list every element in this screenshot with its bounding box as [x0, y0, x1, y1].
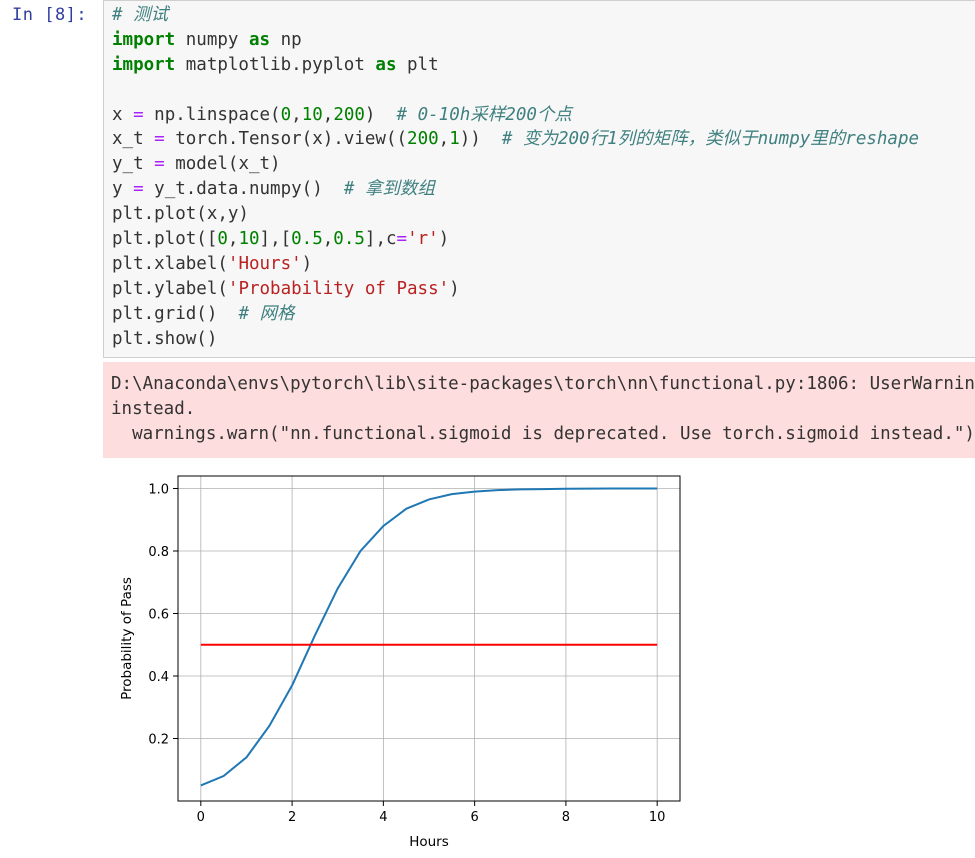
code-token: 1	[449, 129, 460, 150]
y-tick-label: 0.2	[148, 733, 169, 748]
warning-text: D:\Anaconda\envs\pytorch\lib\site-packag…	[111, 372, 975, 447]
code-token: x_t	[112, 129, 155, 150]
x-tick-label: 0	[197, 810, 205, 825]
code-token: np	[270, 29, 302, 50]
code-token: torch.Tensor(x).view((	[164, 129, 408, 150]
code-token: numpy	[175, 29, 249, 50]
code-token: x	[112, 104, 134, 125]
code-line: import matplotlib.pyplot as plt	[112, 53, 919, 78]
code-token: 0.5	[333, 229, 365, 250]
code-line: x_t = torch.Tensor(x).view((200,1)) # 变为…	[112, 127, 919, 152]
code-token: as	[375, 54, 397, 75]
code-token: # 网格	[238, 303, 295, 324]
code-token: plt.show()	[112, 328, 218, 349]
code-line: plt.show()	[112, 327, 919, 352]
code-token: ))	[459, 129, 502, 150]
code-token: 0.5	[291, 229, 323, 250]
code-token: # 0-10h采样200个点	[396, 104, 572, 125]
code-token: ],[	[259, 229, 292, 250]
code-token: plt	[396, 54, 439, 75]
code-token: ,	[322, 104, 334, 125]
code-line: plt.ylabel('Probability of Pass')	[112, 277, 919, 302]
code-token: 200	[407, 129, 439, 150]
code-token: # 变为200行1列的矩阵，类似于numpy里的reshape	[501, 129, 920, 150]
code-token: 0	[217, 229, 228, 250]
warning-line: instead.	[111, 399, 196, 419]
code-line: plt.plot(x,y)	[112, 202, 919, 227]
x-tick-label: 4	[379, 810, 387, 825]
code-token: y_t.data.numpy()	[143, 179, 344, 200]
code-token: as	[248, 29, 271, 50]
code-token: ],c	[364, 229, 397, 250]
y-axis-label: Probability of Pass	[119, 577, 135, 700]
stderr-output: D:\Anaconda\envs\pytorch\lib\site-packag…	[103, 362, 975, 458]
code-token: )	[301, 253, 313, 274]
code-token: np.linspace(	[143, 104, 281, 125]
code-line: y_t = model(x_t)	[112, 152, 919, 177]
code-token: ,	[227, 229, 239, 250]
code-token: 0	[280, 104, 292, 125]
y-tick-label: 0.8	[148, 545, 169, 560]
code-line: y = y_t.data.numpy() # 拿到数组	[112, 177, 919, 202]
code-line: plt.plot([0,10],[0.5,0.5],c='r')	[112, 227, 919, 252]
code-token: 'r'	[407, 229, 439, 250]
x-axis-label: Hours	[409, 834, 449, 850]
code-line: # 测试	[112, 3, 919, 28]
code-token: ,	[291, 104, 302, 125]
code-token: =	[154, 154, 165, 175]
code-token: )	[449, 278, 460, 299]
code-token: matplotlib.pyplot	[175, 54, 376, 75]
code-token: =	[396, 229, 408, 250]
code-token: plt.plot(x,y)	[112, 204, 249, 225]
code-token: plt.plot([	[112, 229, 218, 250]
code-line: x = np.linspace(0,10,200) # 0-10h采样200个点	[112, 103, 919, 128]
code-token: 'Hours'	[227, 253, 302, 274]
code-token: import	[112, 54, 176, 75]
x-tick-label: 8	[562, 810, 570, 825]
x-tick-label: 10	[649, 810, 666, 825]
code-token: plt.grid()	[112, 303, 239, 324]
code-line: plt.xlabel('Hours')	[112, 252, 919, 277]
code-token: 'Probability of Pass'	[227, 278, 450, 299]
code-token: )	[364, 104, 397, 125]
code-token: import	[112, 29, 176, 50]
warning-line: D:\Anaconda\envs\pytorch\lib\site-packag…	[111, 374, 975, 394]
code-line: plt.grid() # 网格	[112, 302, 919, 327]
warning-line: warnings.warn("nn.functional.sigmoid is …	[111, 424, 975, 444]
code-token: )	[438, 229, 450, 250]
code-token: y	[112, 179, 134, 200]
y-tick-label: 1.0	[148, 483, 169, 498]
code-token: =	[154, 129, 165, 150]
code-token: ,	[438, 129, 450, 150]
code-token: =	[133, 104, 144, 125]
code-token: =	[133, 179, 144, 200]
code-token: plt.ylabel(	[112, 278, 228, 299]
code-token: # 测试	[112, 5, 169, 25]
code-token: ,	[322, 229, 334, 250]
x-tick-label: 2	[288, 810, 296, 825]
code-token: # 拿到数组	[343, 179, 435, 200]
x-tick-label: 6	[470, 810, 478, 825]
input-prompt: In [8]:	[12, 5, 88, 25]
code-token: model(x_t)	[164, 154, 281, 175]
y-tick-label: 0.4	[148, 670, 169, 685]
code-token: y_t	[112, 154, 155, 175]
code-line: import numpy as np	[112, 28, 919, 53]
y-tick-label: 0.6	[148, 608, 169, 623]
code-token: 10	[301, 104, 323, 125]
code-input-area[interactable]: # 测试 import numpy as np import matplotlib.…	[103, 0, 975, 358]
code-editor[interactable]: # 测试 import numpy as np import matplotlib.…	[112, 3, 919, 351]
code-token: plt.xlabel(	[112, 253, 228, 274]
code-token: 200	[333, 104, 365, 125]
line-chart: 0 2 4 6 8 10 0.2 0.4 0.6 0.8 1.0 Hours Probability o…	[119, 475, 681, 850]
plot-area	[178, 476, 680, 801]
code-token: 10	[238, 229, 260, 250]
